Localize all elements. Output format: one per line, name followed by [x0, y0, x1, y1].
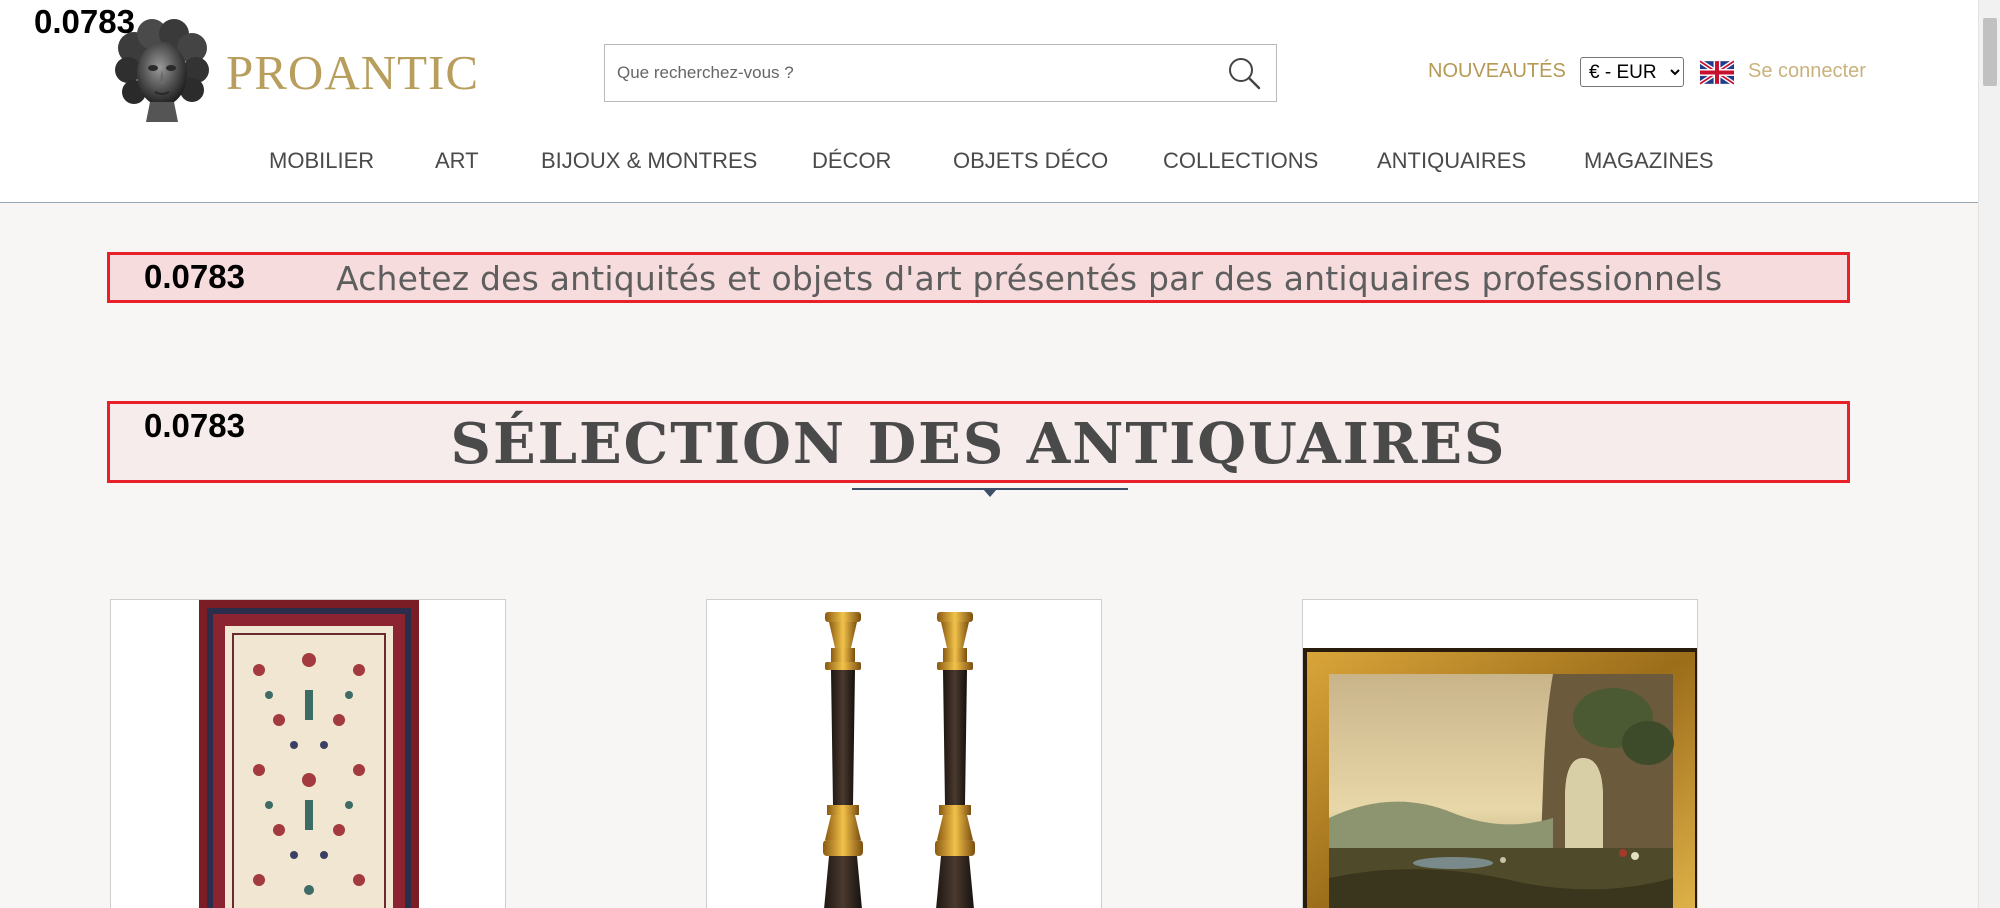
search-bar	[604, 44, 1277, 102]
selection-banner: 0.0783 SÉLECTION DES ANTIQUAIRES	[107, 401, 1850, 483]
nav-item-bijoux-montres[interactable]: BIJOUX & MONTRES	[541, 148, 757, 174]
nav-item-antiquaires[interactable]: ANTIQUAIRES	[1377, 148, 1526, 174]
search-icon[interactable]	[1226, 55, 1262, 91]
persian-rug-image	[199, 600, 419, 908]
tagline-text: Achetez des antiquités et objets d'art p…	[336, 259, 1723, 298]
new-arrivals-link[interactable]: NOUVEAUTÉS	[1428, 60, 1566, 83]
nav-item-decor[interactable]: DÉCOR	[812, 148, 891, 174]
tagline-banner: 0.0783 Achetez des antiquités et objets …	[107, 252, 1850, 303]
main-nav: MOBILIER ART BIJOUX & MONTRES DÉCOR OBJE…	[0, 148, 1978, 182]
candlesticks-image	[823, 612, 975, 908]
site-header: PROANTIC NOUVEAUTÉS € - EUR Se connecter…	[0, 0, 1978, 203]
currency-select[interactable]: € - EUR	[1580, 57, 1684, 87]
title-underline-pointer	[983, 489, 997, 497]
overlay-score-label: 0.0783	[34, 3, 135, 40]
nav-item-magazines[interactable]: MAGAZINES	[1584, 148, 1714, 174]
product-card-candlesticks[interactable]	[706, 599, 1102, 908]
framed-painting-image	[1303, 648, 1697, 908]
nav-item-mobilier[interactable]: MOBILIER	[269, 148, 374, 174]
product-card-rug[interactable]	[110, 599, 506, 908]
search-input[interactable]	[617, 45, 1197, 101]
uk-flag-icon[interactable]	[1700, 60, 1734, 85]
product-card-painting[interactable]	[1302, 599, 1698, 908]
scrollbar-thumb[interactable]	[1983, 18, 1997, 86]
selection-title: SÉLECTION DES ANTIQUAIRES	[450, 411, 1507, 477]
site-logo-text[interactable]: PROANTIC	[226, 44, 479, 101]
nav-item-objets-deco[interactable]: OBJETS DÉCO	[953, 148, 1108, 174]
nav-item-collections[interactable]: COLLECTIONS	[1163, 148, 1318, 174]
nav-item-art[interactable]: ART	[435, 148, 479, 174]
login-link[interactable]: Se connecter	[1748, 60, 1866, 83]
tagline-score-label: 0.0783	[144, 258, 245, 295]
page-scrollbar[interactable]	[1978, 0, 2000, 908]
